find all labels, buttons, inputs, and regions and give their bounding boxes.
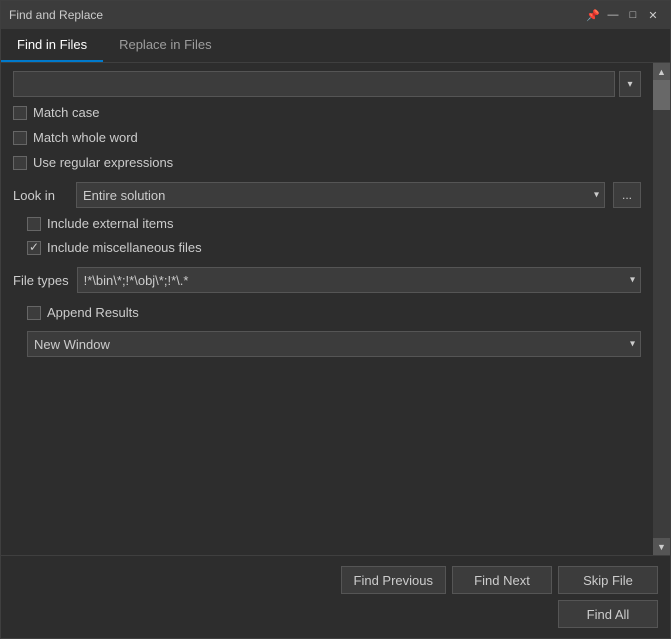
append-results-row: Append Results xyxy=(27,303,641,322)
find-previous-button[interactable]: Find Previous xyxy=(341,566,446,594)
append-results-checkbox[interactable] xyxy=(27,306,41,320)
match-case-label: Match case xyxy=(33,105,99,120)
find-replace-window: Find and Replace 📌 — □ ✕ Find in Files R… xyxy=(0,0,671,639)
look-in-label: Look in xyxy=(13,188,68,203)
bottom-buttons: Find Previous Find Next Skip File Find A… xyxy=(1,555,670,638)
window-controls: 📌 — □ ✕ xyxy=(584,6,662,24)
window-title: Find and Replace xyxy=(9,8,103,22)
button-row-2: Find All xyxy=(13,600,658,628)
close-button[interactable]: ✕ xyxy=(644,6,662,24)
use-regex-label: Use regular expressions xyxy=(33,155,173,170)
scroll-thumb[interactable] xyxy=(653,80,670,110)
include-misc-label: Include miscellaneous files xyxy=(47,240,202,255)
match-whole-word-label: Match whole word xyxy=(33,130,138,145)
include-external-label: Include external items xyxy=(47,216,173,231)
include-external-row: Include external items xyxy=(27,214,641,233)
title-bar: Find and Replace 📌 — □ ✕ xyxy=(1,1,670,29)
match-case-row: Match case xyxy=(13,103,641,122)
match-whole-word-checkbox[interactable] xyxy=(13,131,27,145)
search-dropdown-btn[interactable]: ▾ xyxy=(619,71,641,97)
skip-file-button[interactable]: Skip File xyxy=(558,566,658,594)
tab-bar: Find in Files Replace in Files xyxy=(1,29,670,63)
include-section: Include external items Include miscellan… xyxy=(13,214,641,257)
file-types-wrapper xyxy=(77,267,641,293)
browse-button[interactable]: ... xyxy=(613,182,641,208)
look-in-wrapper: Entire solution Current Project Current … xyxy=(76,182,605,208)
use-regex-checkbox[interactable] xyxy=(13,156,27,170)
find-next-button[interactable]: Find Next xyxy=(452,566,552,594)
match-case-checkbox[interactable] xyxy=(13,106,27,120)
restore-button[interactable]: □ xyxy=(624,6,642,24)
scroll-up-btn[interactable]: ▲ xyxy=(653,63,670,80)
content-area: ▾ Match case Match whole word Use regula… xyxy=(1,63,670,555)
output-select[interactable]: New Window Results Window 1 Results Wind… xyxy=(27,331,641,357)
match-whole-word-row: Match whole word xyxy=(13,128,641,147)
use-regex-row: Use regular expressions xyxy=(13,153,641,172)
file-types-row: File types xyxy=(13,267,641,293)
find-all-button[interactable]: Find All xyxy=(558,600,658,628)
append-results-label: Append Results xyxy=(47,305,139,320)
look-in-select[interactable]: Entire solution Current Project Current … xyxy=(76,182,605,208)
minimize-button[interactable]: — xyxy=(604,6,622,24)
include-external-checkbox[interactable] xyxy=(27,217,41,231)
include-misc-row: Include miscellaneous files xyxy=(27,238,641,257)
scroll-down-btn[interactable]: ▼ xyxy=(653,538,670,555)
file-types-label: File types xyxy=(13,273,69,288)
scroll-track[interactable] xyxy=(653,80,670,538)
tab-find-in-files[interactable]: Find in Files xyxy=(1,29,103,62)
append-results-section: Append Results New Window Results Window… xyxy=(13,303,641,357)
main-content: ▾ Match case Match whole word Use regula… xyxy=(1,63,653,555)
pin-button[interactable]: 📌 xyxy=(584,6,602,24)
search-input[interactable] xyxy=(13,71,615,97)
file-types-input[interactable] xyxy=(77,267,641,293)
include-misc-checkbox[interactable] xyxy=(27,241,41,255)
look-in-row: Look in Entire solution Current Project … xyxy=(13,182,641,208)
output-row: New Window Results Window 1 Results Wind… xyxy=(27,331,641,357)
tab-replace-in-files[interactable]: Replace in Files xyxy=(103,29,228,62)
spacer xyxy=(13,363,641,547)
button-row-1: Find Previous Find Next Skip File xyxy=(13,566,658,594)
scrollbar[interactable]: ▲ ▼ xyxy=(653,63,670,555)
output-wrapper: New Window Results Window 1 Results Wind… xyxy=(27,331,641,357)
search-row: ▾ xyxy=(13,71,641,97)
